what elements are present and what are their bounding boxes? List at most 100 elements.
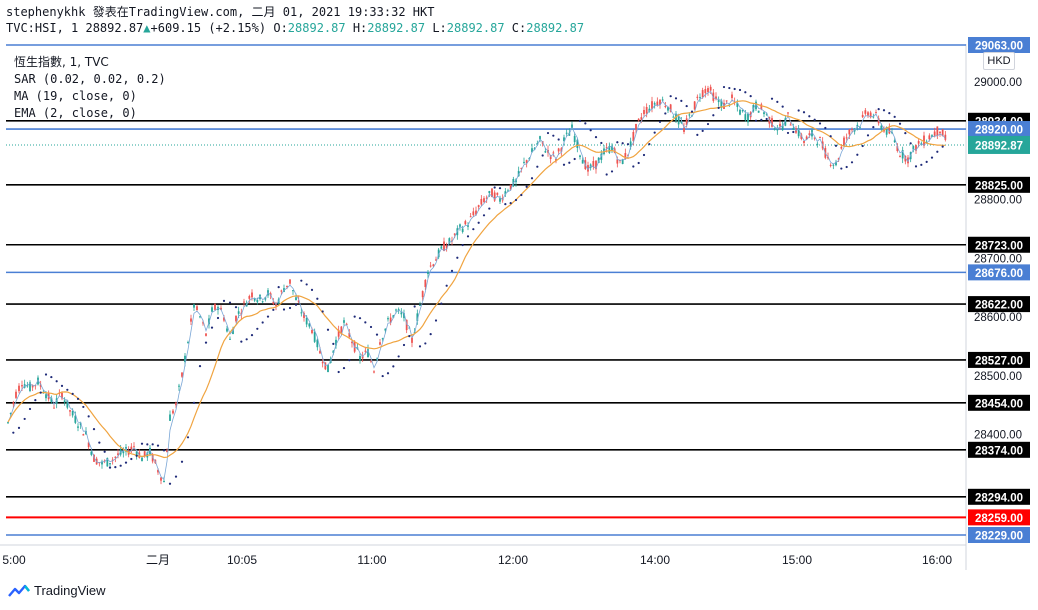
candle-body [109, 463, 111, 465]
candle-body [321, 362, 324, 364]
y-tick-label: 28700.00 [974, 253, 1022, 265]
sar-dot [250, 334, 254, 337]
brand-label: TradingView [34, 583, 106, 598]
sar-dot [829, 135, 832, 138]
sar-dot [87, 415, 90, 418]
candle-body [477, 205, 480, 207]
sar-dot [456, 256, 459, 259]
sar-dot [653, 131, 656, 134]
legend-symbol-title[interactable]: 恆生指數, 1, TVC [14, 54, 166, 71]
sar-dot [616, 141, 619, 144]
legend-sar[interactable]: SAR (0.02, 0.02, 0.2) [14, 71, 166, 88]
candle-body [248, 296, 251, 299]
sar-dot [348, 359, 351, 362]
candle-body [400, 312, 403, 315]
candle-body [763, 112, 765, 115]
sar-dot [424, 342, 427, 345]
sar-dot [353, 315, 356, 318]
sar-dot [135, 454, 138, 457]
level-price-label: 28622.00 [975, 300, 1023, 312]
legend-ma[interactable]: MA (19, close, 0) [14, 88, 166, 105]
candle-body [661, 99, 664, 101]
sar-dot [466, 235, 470, 238]
candle-body [701, 90, 704, 98]
sar-dot [941, 145, 944, 148]
legend-ema[interactable]: EMA (2, close, 0) [14, 105, 166, 122]
candle-body [289, 279, 291, 284]
candle-body [261, 301, 264, 303]
sar-dot [294, 303, 298, 306]
candle-body [688, 114, 691, 116]
candle-body [305, 317, 308, 325]
candle-body [635, 123, 637, 130]
y-tick-label: 29000.00 [974, 77, 1022, 89]
candle-body [864, 110, 867, 114]
sar-dot [300, 279, 303, 282]
sar-dot [808, 115, 811, 118]
sar-dot [696, 133, 699, 136]
sar-dot [192, 401, 196, 404]
sar-dot [770, 97, 774, 100]
candle-body [861, 114, 864, 118]
sar-dot [509, 202, 512, 205]
candle-body [677, 116, 680, 125]
candle-body [18, 385, 20, 392]
candle-body [286, 285, 288, 287]
sar-dot [813, 118, 816, 121]
level-price-label: 28676.00 [975, 268, 1023, 280]
sar-dot [392, 365, 395, 368]
x-tick-label: 5:00 [2, 553, 26, 567]
candle-body [696, 96, 699, 98]
sar-dot [861, 144, 864, 148]
sar-dot [738, 88, 742, 92]
sar-dot [589, 129, 592, 132]
candle-body [875, 112, 877, 114]
sar-dot [364, 321, 367, 324]
candle-body [917, 141, 920, 144]
sar-dot [397, 355, 400, 358]
sar-dot [461, 243, 464, 247]
sar-dot [621, 142, 624, 145]
candle-body [427, 272, 429, 275]
candle-body [373, 371, 375, 373]
tradingview-logo[interactable]: TradingView [8, 583, 106, 598]
sar-dot [493, 186, 496, 189]
candle-body [699, 97, 701, 99]
candle-body [243, 301, 245, 303]
candle-body [656, 101, 659, 106]
candle-body [744, 114, 747, 120]
currency-badge[interactable]: HKD [983, 52, 1015, 70]
candle-body [343, 320, 345, 323]
candle-body [848, 129, 851, 135]
sar-dot [119, 464, 122, 467]
candle-body [840, 146, 843, 149]
sar-dot [482, 214, 486, 217]
sar-dot [282, 308, 286, 311]
sar-dot [706, 122, 710, 126]
sar-dot [245, 338, 248, 341]
x-tick-label: 12:00 [498, 553, 528, 567]
candle-body [229, 338, 231, 340]
sar-dot [198, 365, 202, 368]
sar-dot [866, 134, 870, 137]
sar-dot [525, 185, 528, 188]
sar-dot [450, 269, 454, 273]
sar-dot [92, 427, 96, 431]
sar-dot [722, 85, 726, 89]
candle-body [71, 411, 74, 416]
sar-dot [498, 187, 502, 190]
sar-dot [610, 170, 614, 173]
sar-dot [888, 112, 891, 115]
sar-dot [898, 122, 902, 125]
candle-body [643, 110, 645, 115]
candle-body [178, 385, 180, 387]
candle-body [581, 160, 584, 164]
sar-dot [146, 443, 149, 446]
candle-body [483, 198, 485, 203]
candle-body [816, 143, 819, 145]
candle-body [160, 477, 162, 481]
candle-body [565, 132, 568, 134]
sar-dot [240, 340, 243, 343]
candle-body [300, 312, 303, 314]
sar-dot [34, 398, 37, 402]
